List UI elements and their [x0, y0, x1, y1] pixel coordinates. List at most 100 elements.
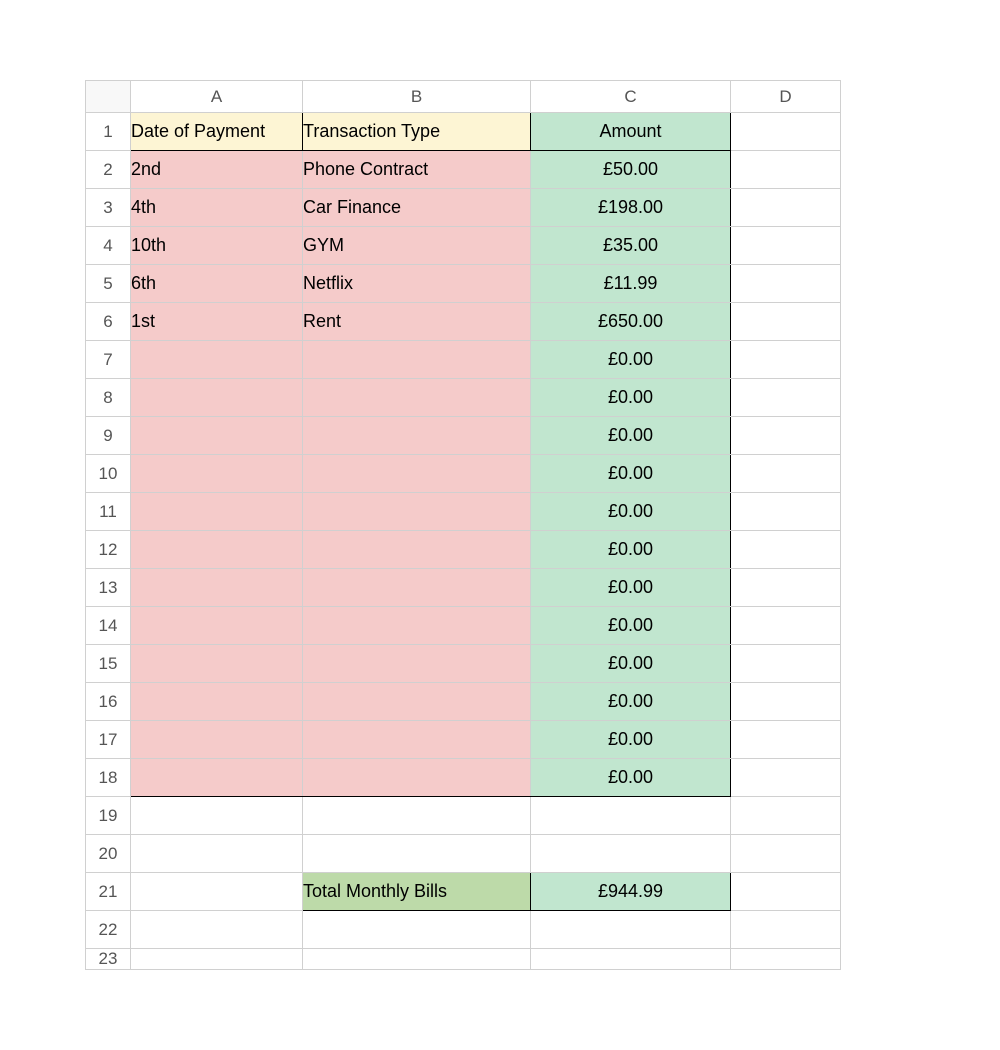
row-header-18[interactable]: 18: [86, 759, 131, 797]
row-header-5[interactable]: 5: [86, 265, 131, 303]
row-header-8[interactable]: 8: [86, 379, 131, 417]
cell-a22[interactable]: [131, 911, 303, 949]
row-header-7[interactable]: 7: [86, 341, 131, 379]
cell-a4[interactable]: 10th: [131, 227, 303, 265]
row-header-14[interactable]: 14: [86, 607, 131, 645]
cell-d10[interactable]: [731, 455, 841, 493]
cell-a23[interactable]: [131, 949, 303, 970]
cell-a14[interactable]: [131, 607, 303, 645]
cell-c17[interactable]: £0.00: [531, 721, 731, 759]
cell-c4[interactable]: £35.00: [531, 227, 731, 265]
cell-b20[interactable]: [303, 835, 531, 873]
cell-d6[interactable]: [731, 303, 841, 341]
cell-b11[interactable]: [303, 493, 531, 531]
row-header-20[interactable]: 20: [86, 835, 131, 873]
cell-a17[interactable]: [131, 721, 303, 759]
cell-b13[interactable]: [303, 569, 531, 607]
column-header-d[interactable]: D: [731, 81, 841, 113]
cell-b2[interactable]: Phone Contract: [303, 151, 531, 189]
cell-c2[interactable]: £50.00: [531, 151, 731, 189]
row-header-22[interactable]: 22: [86, 911, 131, 949]
cell-d1[interactable]: [731, 113, 841, 151]
cell-a3[interactable]: 4th: [131, 189, 303, 227]
cell-d5[interactable]: [731, 265, 841, 303]
row-header-11[interactable]: 11: [86, 493, 131, 531]
cell-d4[interactable]: [731, 227, 841, 265]
cell-a9[interactable]: [131, 417, 303, 455]
spreadsheet-grid[interactable]: A B C D 1 Date of Payment Transaction Ty…: [85, 80, 841, 970]
row-header-17[interactable]: 17: [86, 721, 131, 759]
cell-c14[interactable]: £0.00: [531, 607, 731, 645]
cell-b23[interactable]: [303, 949, 531, 970]
cell-b7[interactable]: [303, 341, 531, 379]
column-header-c[interactable]: C: [531, 81, 731, 113]
row-header-23[interactable]: 23: [86, 949, 131, 970]
cell-d23[interactable]: [731, 949, 841, 970]
row-header-19[interactable]: 19: [86, 797, 131, 835]
cell-a16[interactable]: [131, 683, 303, 721]
cell-c22[interactable]: [531, 911, 731, 949]
cell-d2[interactable]: [731, 151, 841, 189]
row-header-16[interactable]: 16: [86, 683, 131, 721]
cell-b12[interactable]: [303, 531, 531, 569]
cell-c5[interactable]: £11.99: [531, 265, 731, 303]
cell-d13[interactable]: [731, 569, 841, 607]
cell-b6[interactable]: Rent: [303, 303, 531, 341]
cell-a1[interactable]: Date of Payment: [131, 113, 303, 151]
cell-b5[interactable]: Netflix: [303, 265, 531, 303]
cell-c10[interactable]: £0.00: [531, 455, 731, 493]
cell-b15[interactable]: [303, 645, 531, 683]
row-header-9[interactable]: 9: [86, 417, 131, 455]
cell-b9[interactable]: [303, 417, 531, 455]
cell-d8[interactable]: [731, 379, 841, 417]
cell-c21[interactable]: £944.99: [531, 873, 731, 911]
cell-c18[interactable]: £0.00: [531, 759, 731, 797]
cell-c23[interactable]: [531, 949, 731, 970]
row-header-3[interactable]: 3: [86, 189, 131, 227]
cell-a2[interactable]: 2nd: [131, 151, 303, 189]
cell-d9[interactable]: [731, 417, 841, 455]
cell-a13[interactable]: [131, 569, 303, 607]
row-header-21[interactable]: 21: [86, 873, 131, 911]
cell-d15[interactable]: [731, 645, 841, 683]
row-header-15[interactable]: 15: [86, 645, 131, 683]
cell-c1[interactable]: Amount: [531, 113, 731, 151]
cell-a20[interactable]: [131, 835, 303, 873]
cell-c13[interactable]: £0.00: [531, 569, 731, 607]
cell-b10[interactable]: [303, 455, 531, 493]
cell-a18[interactable]: [131, 759, 303, 797]
cell-b14[interactable]: [303, 607, 531, 645]
cell-c11[interactable]: £0.00: [531, 493, 731, 531]
cell-d14[interactable]: [731, 607, 841, 645]
cell-d12[interactable]: [731, 531, 841, 569]
cell-c16[interactable]: £0.00: [531, 683, 731, 721]
cell-a5[interactable]: 6th: [131, 265, 303, 303]
cell-a12[interactable]: [131, 531, 303, 569]
cell-c3[interactable]: £198.00: [531, 189, 731, 227]
cell-a7[interactable]: [131, 341, 303, 379]
cell-c8[interactable]: £0.00: [531, 379, 731, 417]
cell-c20[interactable]: [531, 835, 731, 873]
cell-a21[interactable]: [131, 873, 303, 911]
cell-b18[interactable]: [303, 759, 531, 797]
cell-b17[interactable]: [303, 721, 531, 759]
cell-d21[interactable]: [731, 873, 841, 911]
cell-d16[interactable]: [731, 683, 841, 721]
row-header-13[interactable]: 13: [86, 569, 131, 607]
cell-c7[interactable]: £0.00: [531, 341, 731, 379]
cell-b21[interactable]: Total Monthly Bills: [303, 873, 531, 911]
cell-d18[interactable]: [731, 759, 841, 797]
row-header-4[interactable]: 4: [86, 227, 131, 265]
row-header-2[interactable]: 2: [86, 151, 131, 189]
row-header-1[interactable]: 1: [86, 113, 131, 151]
cell-c9[interactable]: £0.00: [531, 417, 731, 455]
cell-c6[interactable]: £650.00: [531, 303, 731, 341]
cell-d7[interactable]: [731, 341, 841, 379]
cell-d3[interactable]: [731, 189, 841, 227]
cell-b22[interactable]: [303, 911, 531, 949]
cell-c19[interactable]: [531, 797, 731, 835]
cell-a11[interactable]: [131, 493, 303, 531]
cell-c15[interactable]: £0.00: [531, 645, 731, 683]
cell-b19[interactable]: [303, 797, 531, 835]
cell-a19[interactable]: [131, 797, 303, 835]
